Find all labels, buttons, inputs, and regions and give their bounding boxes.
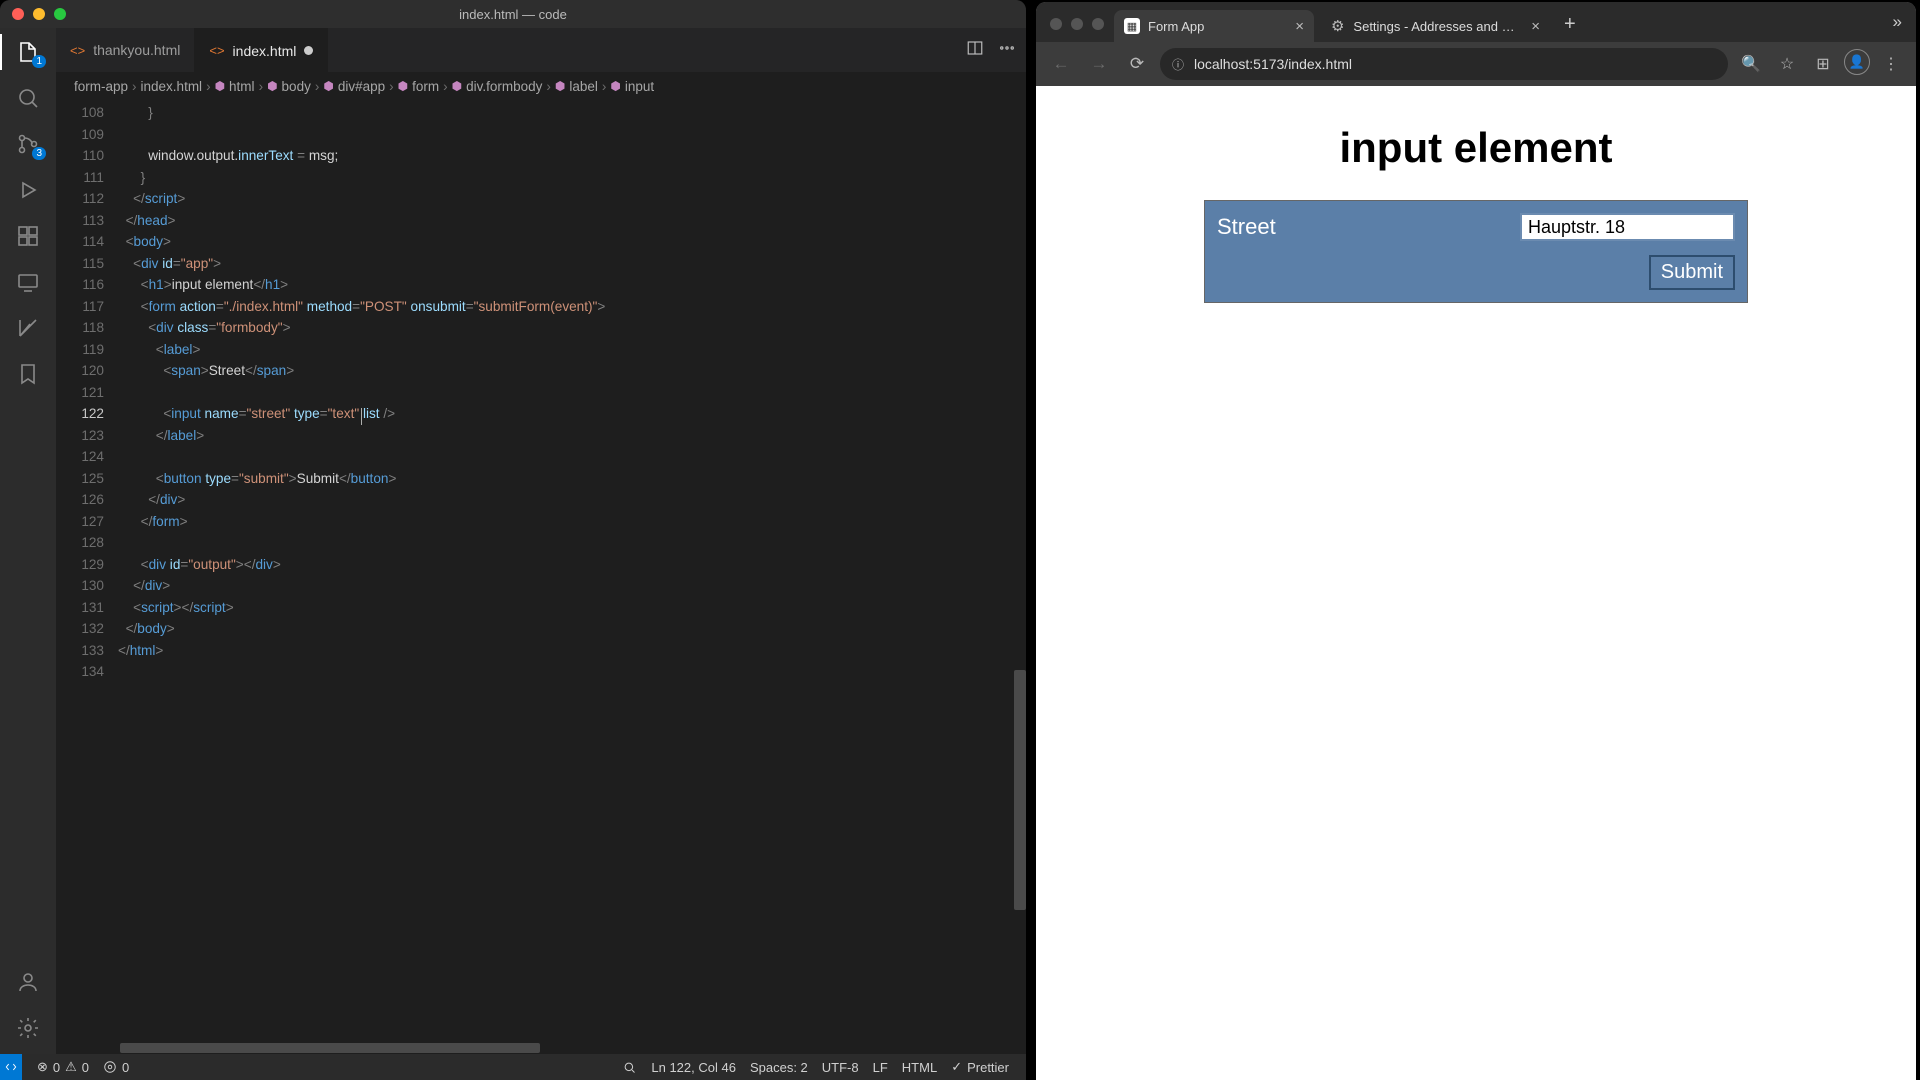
page-heading: input element [1339, 124, 1612, 172]
status-language[interactable]: HTML [895, 1060, 944, 1075]
status-eol[interactable]: LF [866, 1060, 895, 1075]
site-info-icon[interactable]: ⓘ [1172, 56, 1184, 73]
menu-icon[interactable]: ⋮ [1876, 49, 1906, 79]
url-text: localhost:5173/index.html [1194, 56, 1352, 72]
browser-tab-formapp[interactable]: ▦ Form App × [1114, 10, 1314, 42]
editor-tabs: <> thankyou.html <> index.html [56, 28, 1026, 72]
tab-title: Form App [1148, 19, 1204, 34]
vscode-titlebar: index.html — code [0, 0, 1026, 28]
activity-bookmarks[interactable] [14, 360, 42, 388]
line-gutter: 1081091101111121131141151161171181191201… [56, 100, 118, 1042]
code-content[interactable]: } window.output.innerText = msg; } </scr… [118, 100, 1026, 1042]
activity-timeline[interactable] [14, 314, 42, 342]
status-encoding[interactable]: UTF-8 [815, 1060, 866, 1075]
dirty-indicator-icon [304, 46, 313, 55]
back-button[interactable]: ← [1046, 49, 1076, 79]
status-ports[interactable]: 0 [96, 1060, 136, 1075]
status-formatter[interactable]: ✓ Prettier [944, 1059, 1016, 1075]
gear-icon: ⚙ [1330, 18, 1345, 34]
scm-badge: 3 [32, 147, 46, 160]
status-find[interactable] [615, 1060, 644, 1075]
tab-title: Settings - Addresses and m… [1353, 19, 1519, 34]
browser-traffic-lights [1046, 18, 1114, 42]
browser-window: ▦ Form App × ⚙ Settings - Addresses and … [1036, 2, 1916, 1080]
more-actions-icon[interactable] [998, 39, 1016, 62]
status-problems[interactable]: ⊗0 ⚠0 [30, 1059, 96, 1075]
activity-account[interactable] [14, 968, 42, 996]
street-input[interactable] [1520, 213, 1735, 241]
browser-tabstrip: ▦ Form App × ⚙ Settings - Addresses and … [1036, 2, 1916, 42]
reload-button[interactable]: ⟳ [1122, 49, 1152, 79]
html-file-icon: <> [209, 43, 224, 58]
explorer-badge: 1 [32, 55, 46, 68]
close-window-button[interactable] [1050, 18, 1062, 30]
browser-page: input element Street Submit [1036, 86, 1916, 1080]
editor-area: <> thankyou.html <> index.html form-app … [56, 28, 1026, 1054]
maximize-window-button[interactable] [54, 8, 66, 20]
activity-source-control[interactable]: 3 [14, 130, 42, 158]
browser-tab-settings[interactable]: ⚙ Settings - Addresses and m… × [1320, 10, 1550, 42]
status-cursor[interactable]: Ln 122, Col 46 [644, 1060, 743, 1075]
zoom-icon[interactable]: 🔍 [1736, 49, 1766, 79]
activity-explorer[interactable]: 1 [14, 38, 42, 66]
submit-button[interactable]: Submit [1649, 255, 1735, 290]
window-traffic-lights [0, 8, 66, 20]
editor-tab-index[interactable]: <> index.html [195, 28, 328, 72]
tabstrip-overflow-icon[interactable]: » [1879, 12, 1916, 42]
window-title: index.html — code [0, 7, 1026, 22]
minimize-window-button[interactable] [33, 8, 45, 20]
close-tab-icon[interactable]: × [1291, 18, 1308, 35]
tab-label: index.html [233, 43, 297, 59]
activity-settings[interactable] [14, 1014, 42, 1042]
editor-tab-thankyou[interactable]: <> thankyou.html [56, 28, 195, 72]
breadcrumbs[interactable]: form-app › index.html › ⬢ html › ⬢ body … [56, 72, 1026, 100]
split-editor-icon[interactable] [966, 39, 984, 62]
browser-toolbar: ← → ⟳ ⓘ localhost:5173/index.html 🔍 ☆ ⊞ … [1036, 42, 1916, 86]
vscode-window: index.html — code 1 3 [0, 0, 1026, 1080]
field-label: Street [1217, 214, 1276, 240]
minimize-window-button[interactable] [1071, 18, 1083, 30]
extensions-icon[interactable]: ⊞ [1808, 49, 1838, 79]
form-body: Street Submit [1204, 200, 1748, 303]
remote-indicator[interactable] [0, 1054, 22, 1080]
html-file-icon: <> [70, 43, 85, 58]
editor-scrollbar[interactable] [1012, 100, 1026, 1042]
activity-run-debug[interactable] [14, 176, 42, 204]
favicon-icon: ▦ [1124, 18, 1140, 34]
forward-button[interactable]: → [1084, 49, 1114, 79]
activity-remote[interactable] [14, 268, 42, 296]
tab-label: thankyou.html [93, 42, 180, 58]
profile-icon[interactable]: 👤 [1844, 49, 1870, 75]
activity-extensions[interactable] [14, 222, 42, 250]
maximize-window-button[interactable] [1092, 18, 1104, 30]
activity-bar: 1 3 [0, 28, 56, 1054]
bookmark-icon[interactable]: ☆ [1772, 49, 1802, 79]
status-bar: ⊗0 ⚠0 0 Ln 122, Col 46 Spaces: 2 UTF-8 L… [0, 1054, 1026, 1080]
status-indent[interactable]: Spaces: 2 [743, 1060, 815, 1075]
activity-search[interactable] [14, 84, 42, 112]
horizontal-scrollbar[interactable] [56, 1042, 1026, 1054]
close-window-button[interactable] [12, 8, 24, 20]
code-editor[interactable]: 1081091101111121131141151161171181191201… [56, 100, 1026, 1042]
address-bar[interactable]: ⓘ localhost:5173/index.html [1160, 48, 1728, 80]
close-tab-icon[interactable]: × [1527, 18, 1544, 35]
new-tab-button[interactable]: + [1556, 13, 1584, 42]
